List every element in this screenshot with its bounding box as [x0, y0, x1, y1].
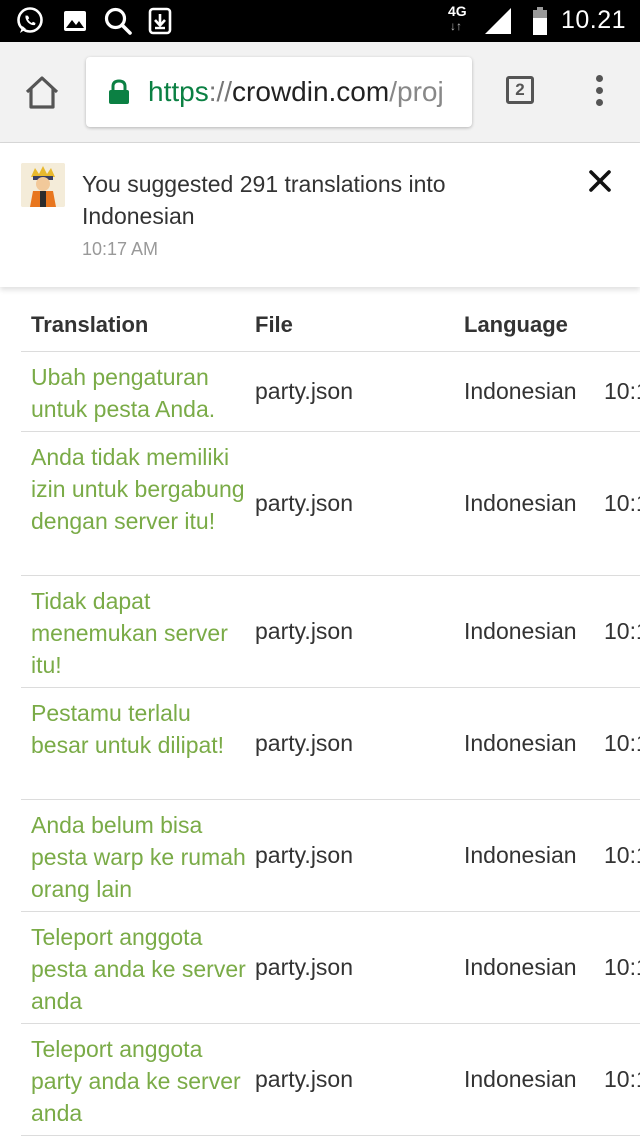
url-scheme: https	[148, 76, 209, 107]
url-host: crowdin.com	[232, 76, 390, 107]
download-icon	[147, 7, 173, 35]
file-cell: party.json	[255, 378, 354, 404]
file-cell: party.json	[255, 490, 354, 516]
language-cell: Indonesian	[464, 378, 577, 404]
ninja-avatar-icon	[21, 163, 65, 207]
time-cell: 10:1	[604, 730, 640, 756]
time-cell: 10:1	[604, 490, 640, 516]
translation-link[interactable]: Teleport anggota party anda ke server an…	[31, 1033, 246, 1129]
home-icon	[25, 76, 59, 109]
table-row: Tidak dapat menemukan server itu! party.…	[21, 576, 640, 688]
url-separator: ://	[208, 76, 233, 107]
time-cell: 10:1	[604, 378, 640, 404]
file-cell: party.json	[255, 954, 354, 980]
header-translation: Translation	[31, 312, 149, 337]
file-cell: party.json	[255, 618, 354, 644]
search-icon	[102, 7, 134, 35]
avatar	[21, 163, 65, 207]
url-bar[interactable]: https://crowdin.com/proj	[86, 57, 472, 127]
header-language: Language	[464, 312, 568, 337]
signal-icon	[482, 7, 514, 35]
menu-dot-icon	[595, 87, 603, 94]
clock: 10.21	[560, 6, 626, 34]
translation-link[interactable]: Pestamu terlalu besar untuk dilipat!	[31, 697, 246, 761]
whatsapp-icon	[14, 7, 46, 35]
time-cell: 10:1	[604, 842, 640, 868]
table-row: Pestamu terlalu besar untuk dilipat! par…	[21, 688, 640, 800]
table-row: Teleport anggota pesta anda ke server an…	[21, 912, 640, 1024]
language-cell: Indonesian	[464, 490, 577, 516]
lock-icon	[108, 79, 130, 105]
notification-time: 10:17 AM	[82, 239, 159, 259]
language-cell: Indonesian	[464, 954, 577, 980]
translations-table: Translation File Language Ubah pengatura…	[21, 300, 640, 1136]
url-path: /proj	[389, 76, 444, 107]
notification-message: You suggested 291 translations into Indo…	[82, 171, 446, 229]
language-cell: Indonesian	[464, 618, 577, 644]
menu-dot-icon	[595, 99, 603, 106]
translation-link[interactable]: Anda belum bisa pesta warp ke rumah oran…	[31, 809, 246, 905]
home-button[interactable]	[22, 72, 62, 112]
language-cell: Indonesian	[464, 730, 577, 756]
language-cell: Indonesian	[464, 842, 577, 868]
menu-dot-icon	[595, 75, 603, 82]
data-arrows-icon: ↓↑	[450, 19, 462, 33]
file-cell: party.json	[255, 842, 354, 868]
browser-toolbar: https://crowdin.com/proj 2	[0, 42, 640, 143]
translation-link[interactable]: Teleport anggota pesta anda ke server an…	[31, 921, 246, 1017]
table-header: Translation File Language	[21, 300, 640, 352]
overflow-menu-button[interactable]	[588, 72, 610, 112]
language-cell: Indonesian	[464, 1066, 577, 1092]
time-cell: 10:1	[604, 954, 640, 980]
close-button[interactable]	[586, 167, 614, 195]
header-file: File	[255, 312, 293, 337]
table-row: Anda belum bisa pesta warp ke rumah oran…	[21, 800, 640, 912]
translation-link[interactable]: Tidak dapat menemukan server itu!	[31, 585, 246, 681]
file-cell: party.json	[255, 730, 354, 756]
file-cell: party.json	[255, 1066, 354, 1092]
network-type: 4G	[448, 3, 467, 19]
battery-icon	[530, 7, 550, 35]
time-cell: 10:1	[604, 618, 640, 644]
url-text: https://crowdin.com/proj	[148, 75, 444, 109]
translation-link[interactable]: Ubah pengaturan untuk pesta Anda.	[31, 361, 246, 425]
notification-banner: You suggested 291 translations into Indo…	[0, 143, 640, 287]
tab-switcher-button[interactable]: 2	[506, 76, 534, 104]
close-icon	[589, 170, 611, 192]
status-bar: 4G ↓↑ 10.21	[0, 0, 640, 42]
table-row: Ubah pengaturan untuk pesta Anda. party.…	[21, 352, 640, 432]
table-row: Teleport anggota party anda ke server an…	[21, 1024, 640, 1136]
translation-link[interactable]: Anda tidak memiliki izin untuk bergabung…	[31, 441, 246, 537]
table-row: Anda tidak memiliki izin untuk bergabung…	[21, 432, 640, 576]
time-cell: 10:1	[604, 1066, 640, 1092]
gallery-icon	[61, 7, 89, 35]
